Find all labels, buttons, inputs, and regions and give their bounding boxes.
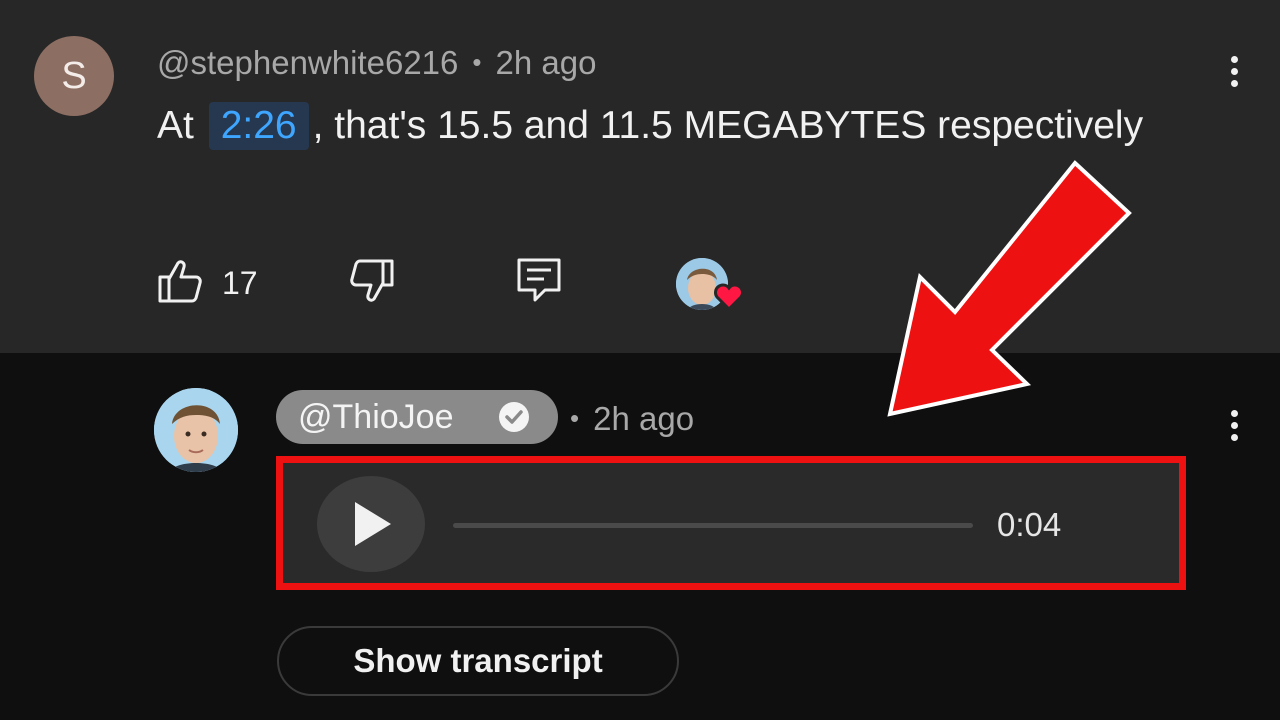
reply-meta: • 2h ago — [566, 396, 694, 441]
comment-text-after: , that's 15.5 and 11.5 MEGABYTES respect… — [312, 104, 1144, 147]
thumb-down-icon — [350, 259, 394, 302]
thiojoe-face-image — [154, 388, 238, 472]
show-transcript-button[interactable]: Show transcript — [277, 626, 679, 696]
more-vert-icon[interactable] — [1228, 410, 1240, 446]
commenter-avatar[interactable]: S — [34, 36, 114, 116]
reply-button[interactable] — [514, 255, 564, 310]
audio-duration: 0:04 — [997, 506, 1062, 543]
verified-check-icon — [499, 402, 529, 432]
comment-text-before: At — [157, 104, 194, 147]
thumb-up-icon — [158, 260, 202, 303]
creator-name-chip[interactable]: @ThioJoe — [276, 390, 558, 444]
like-count: 17 — [222, 265, 258, 301]
timestamp-link[interactable]: 2:26 — [208, 102, 309, 150]
creator-heart-icon — [714, 283, 744, 312]
meta-separator: • — [472, 47, 482, 77]
comment-text: At 2:26, that's 15.5 and 11.5 MEGABYTES … — [157, 96, 1157, 156]
reply-time[interactable]: 2h ago — [593, 400, 694, 437]
reply-author-avatar[interactable] — [154, 388, 238, 472]
comment-actions: 17 — [0, 255, 900, 311]
reply-icon — [517, 258, 561, 302]
play-icon — [355, 502, 391, 546]
comment-meta: @stephenwhite6216 • 2h ago — [157, 40, 596, 84]
voice-reply-player: 0:04 — [276, 456, 1186, 590]
audio-progress-bar[interactable] — [453, 523, 973, 528]
comment-time[interactable]: 2h ago — [496, 44, 597, 81]
dislike-button[interactable] — [344, 255, 396, 312]
meta-separator: • — [570, 403, 580, 433]
reply-author: @ThioJoe — [298, 398, 454, 436]
comment-author[interactable]: @stephenwhite6216 — [157, 44, 458, 81]
like-button[interactable] — [156, 255, 208, 312]
red-arrow-annotation — [887, 160, 1132, 417]
play-button[interactable] — [317, 476, 425, 572]
more-vert-icon[interactable] — [1228, 56, 1240, 92]
